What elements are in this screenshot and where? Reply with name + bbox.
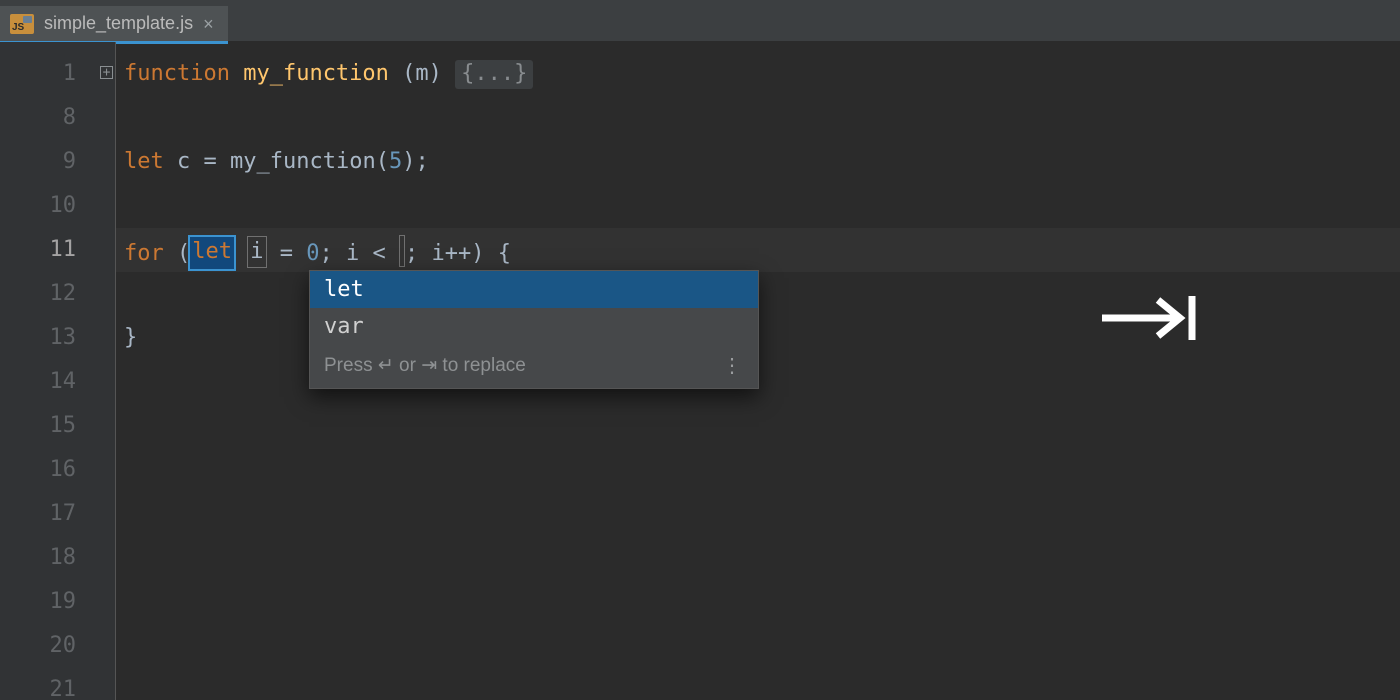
line-number-gutter: 1 8 9 10 11 12 13 14 15 16 17 18 19 20 2… [0,42,98,700]
fold-expand-icon[interactable]: + [100,66,113,79]
number: 0 [306,241,319,266]
line-number: 15 [0,404,98,448]
call: my_function [230,149,376,174]
punct: } [124,325,137,350]
template-field[interactable]: i [247,236,266,268]
line-number: 11 [0,228,98,272]
completion-popup: let var Press ↵ or ⇥ to replace ⋮ [309,270,759,389]
operator: ++ [445,241,472,266]
js-file-icon: JS [10,14,34,34]
punct: ); [402,149,429,174]
completion-hint: Press ↵ or ⇥ to replace ⋮ [310,345,758,388]
keyword: function [124,61,230,86]
editor-tab-active[interactable]: JS simple_template.js × [0,6,228,41]
line-number: 10 [0,184,98,228]
params: (m) [402,61,442,86]
code-editor[interactable]: 1 8 9 10 11 12 13 14 15 16 17 18 19 20 2… [0,42,1400,700]
completion-item[interactable]: var [310,308,758,345]
code-line[interactable] [116,624,1400,668]
fold-gutter: + [98,42,116,700]
operator: = [280,241,293,266]
code-line[interactable] [116,668,1400,700]
editor-tabbar: JS simple_template.js × [0,6,1400,42]
punct: { [498,241,511,266]
tab-key-arrow-icon [1100,294,1200,342]
line-number: 20 [0,624,98,668]
line-number: 8 [0,96,98,140]
line-number: 21 [0,668,98,700]
operator: = [204,149,217,174]
punct: ( [177,241,190,266]
code-line[interactable] [116,448,1400,492]
number: 5 [389,149,402,174]
folded-region[interactable]: {...} [455,60,533,89]
identifier: i [432,241,445,266]
punct: ( [376,149,389,174]
editor-tab-filename: simple_template.js [44,13,193,34]
line-number: 1 [0,52,98,96]
punct: ; [320,241,333,266]
keyword: let [124,149,164,174]
function-name: my_function [243,61,389,86]
operator: < [373,241,386,266]
keyword: for [124,241,164,266]
code-line[interactable] [116,580,1400,624]
code-line[interactable]: let c = my_function(5); [116,140,1400,184]
line-number: 9 [0,140,98,184]
code-area[interactable]: function my_function (m) {...} let c = m… [116,42,1400,700]
line-number: 17 [0,492,98,536]
template-field-active[interactable]: let [190,237,234,269]
line-number: 16 [0,448,98,492]
code-line[interactable]: function my_function (m) {...} [116,52,1400,96]
line-number: 12 [0,272,98,316]
code-line[interactable] [116,536,1400,580]
code-line-current[interactable]: for (let i = 0; i < ; i++) { [116,228,1400,272]
template-field-empty[interactable] [399,235,405,267]
code-line[interactable] [116,96,1400,140]
code-line[interactable] [116,184,1400,228]
identifier: i [346,241,359,266]
identifier: c [177,149,190,174]
line-number: 14 [0,360,98,404]
punct: ; [405,241,418,266]
more-icon[interactable]: ⋮ [722,353,744,378]
line-number: 18 [0,536,98,580]
punct: ) [471,241,484,266]
close-icon[interactable]: × [203,15,214,33]
code-line[interactable] [116,404,1400,448]
line-number: 13 [0,316,98,360]
line-number: 19 [0,580,98,624]
completion-item[interactable]: let [310,271,758,308]
code-line[interactable] [116,492,1400,536]
completion-hint-text: Press ↵ or ⇥ to replace [324,354,526,377]
